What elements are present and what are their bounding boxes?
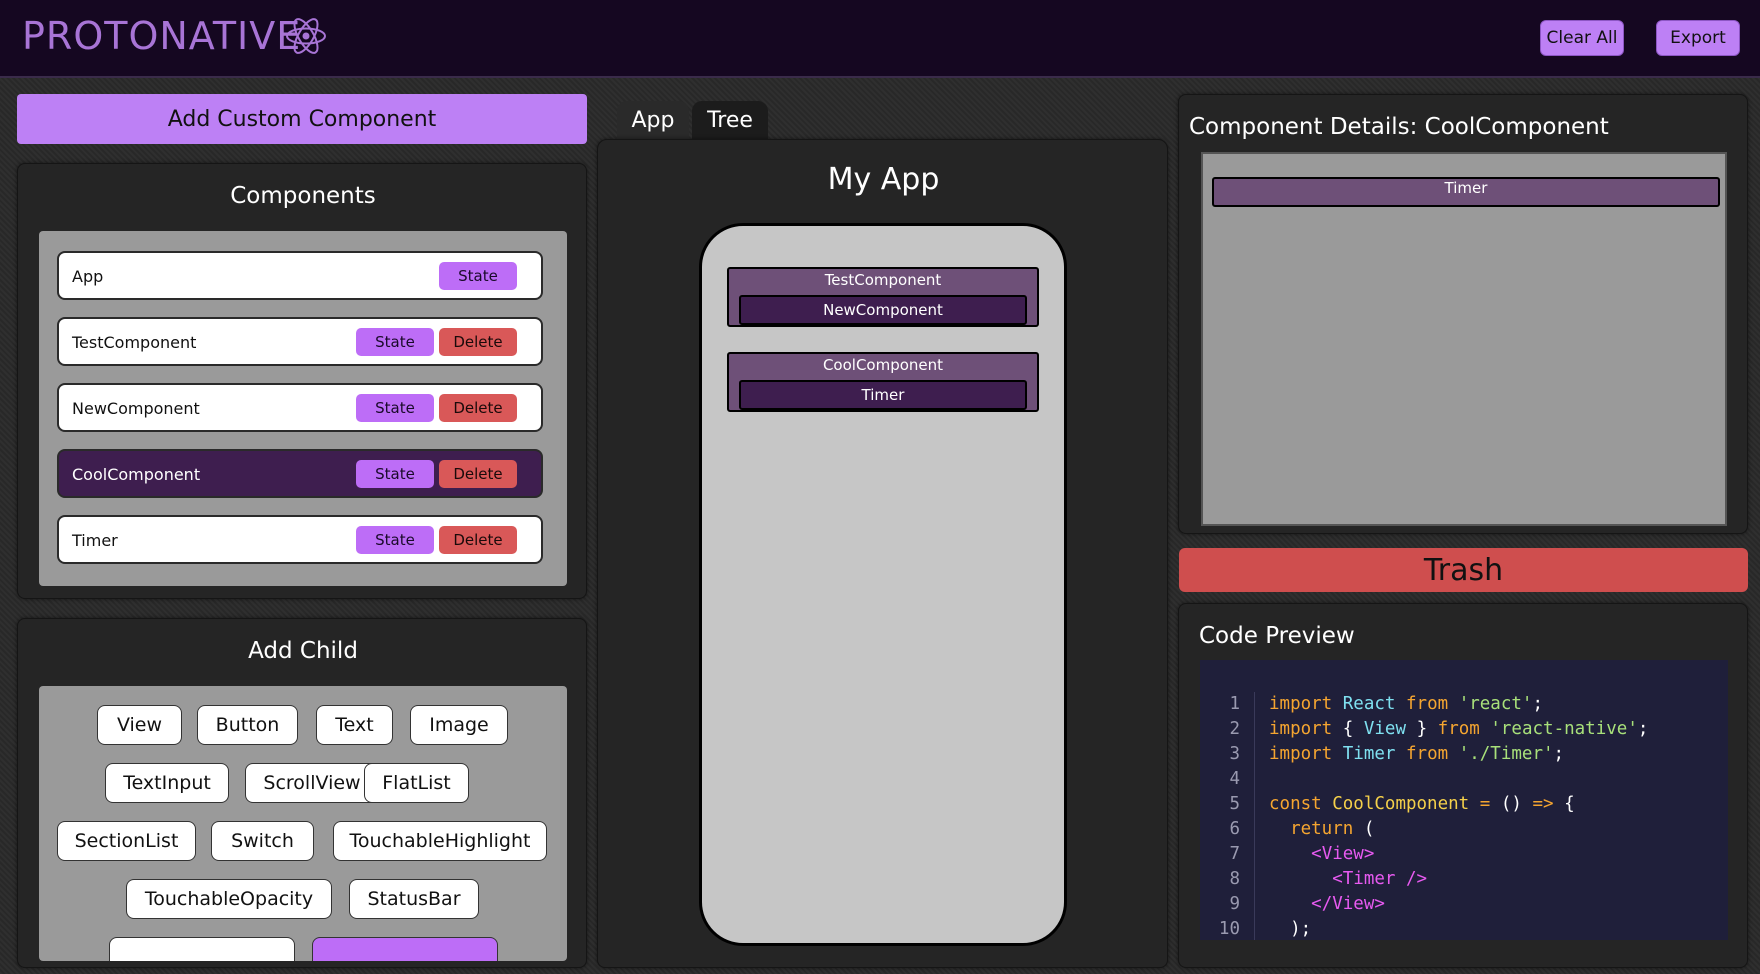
component-row-testcomponent[interactable]: TestComponent State Delete <box>57 317 543 366</box>
component-details-title: Component Details: CoolComponent <box>1189 114 1609 140</box>
component-details-panel: Component Details: CoolComponent Timer <box>1178 94 1748 534</box>
code-line: 8 <Timer /> <box>1200 867 1728 892</box>
state-button[interactable]: State <box>356 526 434 554</box>
state-button[interactable]: State <box>356 328 434 356</box>
add-child-image-button[interactable]: Image <box>410 705 508 745</box>
delete-button[interactable]: Delete <box>439 460 517 488</box>
preview-component-label: CoolComponent <box>822 356 944 374</box>
trash-dropzone[interactable]: Trash <box>1179 548 1748 592</box>
add-custom-component-button[interactable]: Add Custom Component <box>17 94 587 144</box>
add-child-panel: Add Child View Button Text Image TextInp… <box>17 618 587 968</box>
code-line: 6 return ( <box>1200 817 1728 842</box>
components-title: Components <box>230 183 376 209</box>
add-child-more-button[interactable] <box>109 937 295 961</box>
component-name: CoolComponent <box>72 465 201 484</box>
app-title: My App <box>827 162 940 197</box>
add-child-sectionlist-button[interactable]: SectionList <box>57 821 196 861</box>
preview-component-testcomponent[interactable]: TestComponent NewComponent <box>727 267 1039 327</box>
add-child-button-button[interactable]: Button <box>197 705 298 745</box>
preview-component-coolcomponent[interactable]: CoolComponent Timer <box>727 352 1039 412</box>
phone-preview: TestComponent NewComponent CoolComponent… <box>699 223 1067 946</box>
code-line: 7 <View> <box>1200 842 1728 867</box>
state-button[interactable]: State <box>356 394 434 422</box>
add-child-text-button[interactable]: Text <box>316 705 393 745</box>
code-line: 9 </View> <box>1200 892 1728 917</box>
components-list: App State TestComponent State Delete New… <box>39 231 567 586</box>
code-line: 4 <box>1200 767 1728 792</box>
component-name: TestComponent <box>72 333 197 352</box>
code-line: 3 import Timer from './Timer'; <box>1200 742 1728 767</box>
export-button[interactable]: Export <box>1656 20 1740 56</box>
preview-component-newcomponent[interactable]: NewComponent <box>739 295 1027 325</box>
component-name: App <box>72 267 104 286</box>
add-child-statusbar-button[interactable]: StatusBar <box>349 879 479 919</box>
add-child-title: Add Child <box>248 638 358 664</box>
preview-component-timer[interactable]: Timer <box>739 380 1027 410</box>
add-child-flatlist-button[interactable]: FlatList <box>364 763 469 803</box>
state-button[interactable]: State <box>356 460 434 488</box>
tab-app[interactable]: App <box>617 101 689 139</box>
components-panel: Components App State TestComponent State… <box>17 163 587 599</box>
code-line: 5 const CoolComponent = () => { <box>1200 792 1728 817</box>
delete-button[interactable]: Delete <box>439 328 517 356</box>
add-child-view-button[interactable]: View <box>97 705 182 745</box>
component-row-coolcomponent[interactable]: CoolComponent State Delete <box>57 449 543 498</box>
code-preview-editor[interactable]: 1 import React from 'react'; 2 import { Vie… <box>1200 660 1728 940</box>
add-child-scrollview-button[interactable]: ScrollView <box>245 763 379 803</box>
add-child-touchableopacity-button[interactable]: TouchableOpacity <box>126 879 332 919</box>
add-child-options: View Button Text Image TextInput ScrollV… <box>39 686 567 961</box>
add-child-textinput-button[interactable]: TextInput <box>105 763 229 803</box>
code-line: 2 import { View } from 'react-native'; <box>1200 717 1728 742</box>
delete-button[interactable]: Delete <box>439 526 517 554</box>
code-preview-title: Code Preview <box>1199 623 1355 649</box>
code-line: 10 ); <box>1200 917 1728 940</box>
component-row-timer[interactable]: Timer State Delete <box>57 515 543 564</box>
details-child-timer[interactable]: Timer <box>1212 177 1720 207</box>
component-name: Timer <box>72 531 118 550</box>
component-row-newcomponent[interactable]: NewComponent State Delete <box>57 383 543 432</box>
component-details-canvas: Timer <box>1201 152 1727 526</box>
state-button[interactable]: State <box>439 262 517 290</box>
tab-tree[interactable]: Tree <box>692 101 768 139</box>
add-child-touchablehighlight-button[interactable]: TouchableHighlight <box>333 821 547 861</box>
delete-button[interactable]: Delete <box>439 394 517 422</box>
code-lines: 1 import React from 'react'; 2 import { Vie… <box>1200 660 1728 940</box>
app-header: PROTONATIVE Clear All Export <box>0 0 1760 78</box>
component-name: NewComponent <box>72 399 200 418</box>
component-row-app[interactable]: App State <box>57 251 543 300</box>
code-line: 1 import React from 'react'; <box>1200 692 1728 717</box>
app-logo: PROTONATIVE <box>22 14 302 58</box>
add-child-more-button[interactable] <box>312 937 498 961</box>
add-child-switch-button[interactable]: Switch <box>211 821 314 861</box>
clear-all-button[interactable]: Clear All <box>1540 20 1624 56</box>
atom-icon <box>286 18 326 54</box>
preview-component-label: TestComponent <box>824 271 942 289</box>
